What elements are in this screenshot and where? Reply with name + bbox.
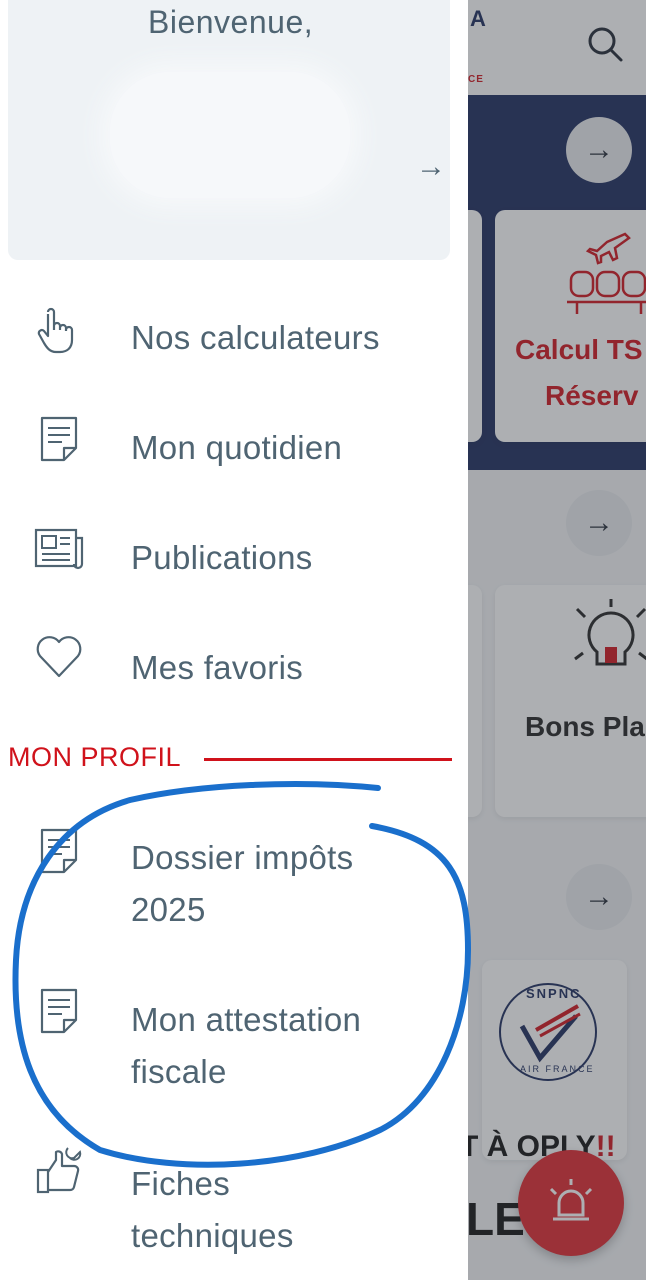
menu-label: Mes favoris [131,649,304,686]
menu-label-line2: 2025 [131,891,206,928]
menu-item-dossier-impots[interactable]: Dossier impôts 2025 [0,826,460,936]
heart-icon [36,636,82,678]
menu-item-attestation-fiscale[interactable]: Mon attestation fiscale [0,986,460,1096]
thumbs-up-wrench-icon [36,1147,82,1194]
welcome-text: Bienvenue, [148,4,314,40]
menu-label: Mon quotidien [131,429,343,466]
document-icon [40,828,78,874]
section-title-mon-profil: MON PROFIL [8,742,182,772]
menu-item-calculateurs[interactable]: Nos calculateurs [0,300,460,376]
newspaper-icon [34,528,84,570]
menu-label-line2: fiscale [131,1053,227,1090]
menu-item-quotidien[interactable]: Mon quotidien [0,410,460,486]
menu-label: Dossier impôts [131,839,354,876]
document-icon [40,416,78,462]
welcome-card[interactable]: Bienvenue, → [8,0,450,260]
menu-item-favoris[interactable]: Mes favoris [0,630,460,706]
navigation-drawer: Bienvenue, → Nos calculateurs Mon quotid… [0,0,468,1280]
menu-item-publications[interactable]: Publications [0,520,460,596]
menu-label: Mon attestation [131,1001,362,1038]
document-icon [40,988,78,1034]
pointing-hand-icon [37,307,74,354]
menu-label: Fiches [131,1165,230,1202]
menu-label: Nos calculateurs [131,319,380,356]
menu-label-line2: techniques [131,1217,294,1254]
menu-label: Publications [131,539,313,576]
menu-item-fiches-techniques[interactable]: Fiches techniques [0,1146,460,1256]
section-divider [204,758,452,761]
arrow-right-icon[interactable]: → [416,150,446,184]
user-name-blurred [110,72,350,198]
